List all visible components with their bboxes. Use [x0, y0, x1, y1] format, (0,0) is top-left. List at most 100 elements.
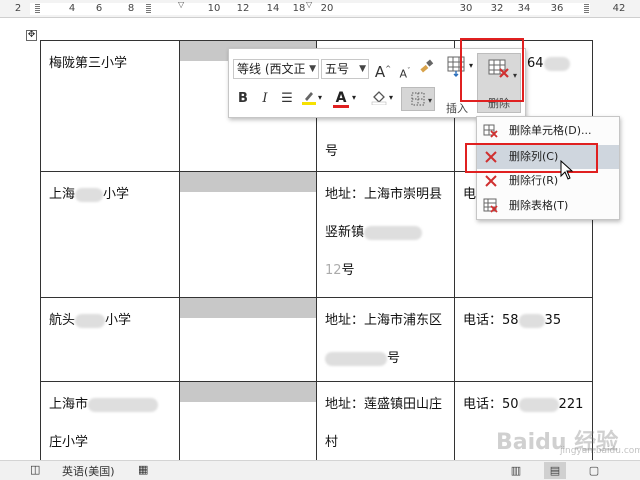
- ruler-number: 10: [207, 3, 221, 14]
- cell-text: 上海市: [49, 397, 89, 412]
- selection-shade: [180, 382, 316, 402]
- shrink-font-button[interactable]: Aˇ: [395, 61, 415, 81]
- web-layout-icon: ▢: [588, 464, 600, 477]
- menu-item-delete-cells[interactable]: 删除单元格(D)...: [477, 119, 619, 143]
- ruler-number: 34: [517, 3, 531, 14]
- print-layout-button[interactable]: ▤: [544, 462, 566, 479]
- table-cell[interactable]: 电话：58 35: [454, 297, 593, 382]
- annotation-highlight-box: [460, 38, 524, 102]
- insert-label: 插入: [446, 102, 468, 115]
- indent-marker-icon[interactable]: ▽: [306, 0, 312, 9]
- ruler-number: 32: [490, 3, 504, 14]
- menu-item-label: 删除单元格(D)...: [509, 124, 592, 137]
- ruler-column-marker: [146, 3, 151, 13]
- font-color-button[interactable]: A: [331, 89, 351, 109]
- menu-item-label: 删除行(R): [509, 174, 559, 187]
- read-mode-button[interactable]: ▥: [505, 462, 527, 479]
- highlighter-icon: [302, 92, 316, 105]
- table-cell[interactable]: 地址：莲盛镇田山庄 村: [316, 381, 455, 466]
- ruler-number: 6: [95, 3, 103, 14]
- blurred-text: [543, 56, 570, 71]
- ruler-number: 42: [612, 3, 626, 14]
- table-cell-selected[interactable]: [179, 297, 317, 382]
- cell-text: 号: [341, 263, 355, 278]
- cell-text: 35: [544, 313, 562, 328]
- borders-button[interactable]: ▾: [401, 87, 435, 111]
- format-painter-button[interactable]: [417, 59, 437, 79]
- table-cell[interactable]: 地址：上海市崇明县 竖新镇 12号: [316, 171, 455, 298]
- macro-record-icon[interactable]: ▦: [138, 463, 148, 476]
- ruler-number: 2: [14, 3, 22, 14]
- delete-cells-icon: [483, 124, 498, 138]
- selection-shade: [180, 172, 316, 192]
- language-indicator[interactable]: 英语(美国): [62, 463, 115, 479]
- horizontal-ruler[interactable]: 2 4 6 8 ▽ 10 12 14 18 ▽ 20 30 32 34 36 4…: [0, 0, 640, 18]
- chevron-down-icon[interactable]: ▾: [352, 93, 356, 102]
- cell-text: 号: [325, 144, 339, 159]
- cell-text: 村: [325, 435, 339, 450]
- grow-font-button[interactable]: A^: [373, 59, 393, 81]
- cell-text: 64: [527, 56, 544, 71]
- ruler-number: 20: [320, 3, 334, 14]
- delete-row-icon: [485, 175, 497, 187]
- italic-icon: I: [262, 91, 268, 106]
- delete-table-icon: [483, 198, 498, 213]
- table-row: 航头 小学 地址：上海市浦东区 号 电话：58 35: [40, 297, 593, 382]
- font-color-icon: A: [335, 90, 347, 106]
- menu-item-delete-table[interactable]: 删除表格(T): [477, 194, 619, 218]
- chevron-down-icon: ▼: [309, 64, 316, 74]
- italic-button[interactable]: I: [255, 89, 275, 109]
- ruler-number: 18: [292, 3, 306, 14]
- cell-text: 地址：上海市崇明县: [325, 187, 443, 202]
- align-center-icon: ☰: [281, 91, 293, 106]
- chevron-down-icon[interactable]: ▾: [389, 93, 393, 102]
- cell-text: 地址：上海市浦东区: [325, 313, 443, 328]
- cell-text: 梅陇第三小学: [49, 56, 128, 71]
- indent-marker-icon[interactable]: ▽: [178, 0, 184, 9]
- ruler-margin-marker: [35, 3, 40, 13]
- ruler-number: 12: [236, 3, 250, 14]
- table-cell[interactable]: 梅陇第三小学: [40, 40, 180, 172]
- bold-button[interactable]: B: [233, 89, 253, 109]
- selection-shade: [180, 298, 316, 318]
- cell-text: 电话：58: [463, 313, 519, 328]
- cell-text: 航头: [49, 313, 76, 328]
- chevron-down-icon: ▾: [427, 96, 432, 105]
- table-move-handle-icon[interactable]: ✥: [26, 30, 37, 41]
- table-cell-selected[interactable]: [179, 381, 317, 466]
- table-cell[interactable]: 地址：上海市浦东区 号: [316, 297, 455, 382]
- bold-icon: B: [238, 91, 248, 106]
- cell-text: 221: [558, 397, 584, 412]
- highlight-color-button[interactable]: [299, 89, 319, 109]
- table-cell-selected[interactable]: [179, 171, 317, 298]
- print-layout-icon: ▤: [549, 464, 561, 477]
- ruler-number: 8: [127, 3, 135, 14]
- align-center-button[interactable]: ☰: [277, 89, 297, 109]
- table-cell[interactable]: 航头 小学: [40, 297, 180, 382]
- blurred-text: [75, 187, 104, 202]
- ruler-number: 4: [68, 3, 76, 14]
- font-name-dropdown[interactable]: 等线 (西文正 ▼: [233, 59, 319, 79]
- blurred-text: [518, 313, 545, 328]
- read-mode-icon: ▥: [510, 464, 522, 477]
- chevron-down-icon: ▼: [359, 64, 366, 74]
- grow-font-icon: A: [374, 63, 386, 81]
- cell-text: 竖新镇: [325, 225, 365, 240]
- web-layout-button[interactable]: ▢: [583, 462, 605, 479]
- blurred-text: [88, 397, 159, 412]
- ruler-margin-marker: [584, 3, 589, 13]
- blurred-text: [75, 313, 106, 328]
- status-bar: ◫ 英语(美国) ▦ ▥ ▤ ▢: [0, 460, 640, 480]
- ruler-number: 30: [459, 3, 473, 14]
- chevron-down-icon[interactable]: ▾: [318, 93, 322, 102]
- shading-button[interactable]: [369, 89, 389, 109]
- annotation-highlight-box: [465, 143, 598, 173]
- borders-icon: [411, 92, 425, 106]
- ruler-number: 14: [266, 3, 280, 14]
- table-cell[interactable]: 上海 小学: [40, 171, 180, 298]
- proofing-icon[interactable]: ◫: [30, 463, 40, 476]
- cell-text: 庄小学: [49, 435, 89, 450]
- table-cell[interactable]: 上海市 庄小学: [40, 381, 180, 466]
- shrink-font-icon: A: [399, 67, 408, 81]
- font-size-dropdown[interactable]: 五号 ▼: [321, 59, 369, 79]
